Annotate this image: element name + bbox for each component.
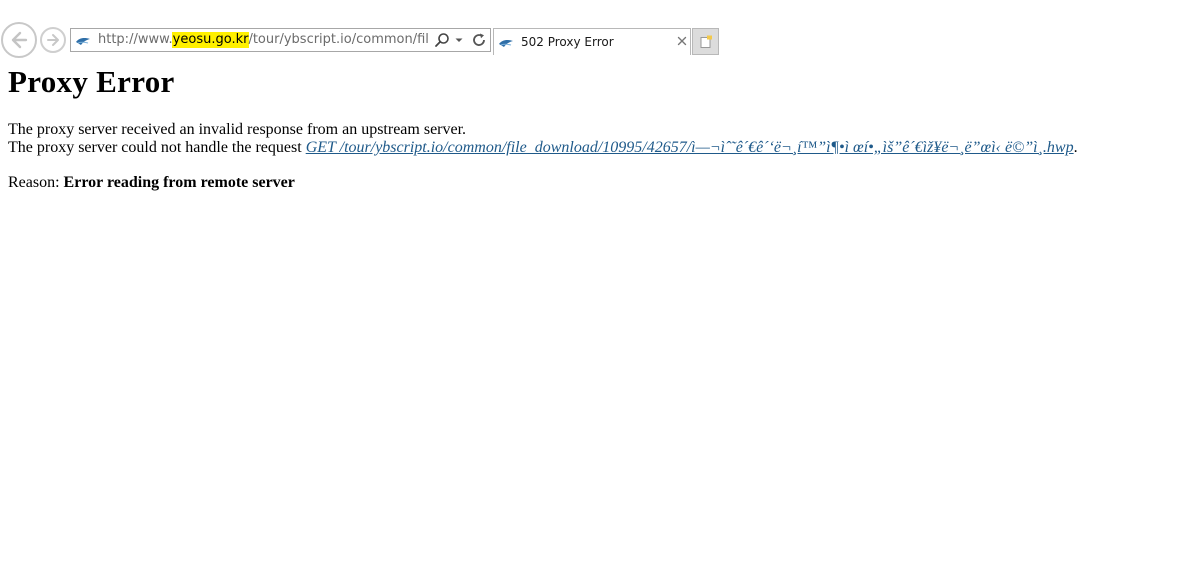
error-description: The proxy server received an invalid res…	[8, 121, 1192, 157]
search-button[interactable]	[433, 32, 451, 48]
url-domain: yeosu.go.kr	[171, 32, 250, 48]
address-dropdown-button[interactable]	[453, 32, 465, 48]
site-favicon-icon	[499, 40, 513, 47]
page-title: Proxy Error	[8, 64, 175, 99]
chevron-down-icon	[455, 38, 463, 42]
browser-toolbar: http://www.yeosu.go.kr/tour/ybscript.io/…	[0, 0, 1200, 58]
error-line-2-prefix: The proxy server could not handle the re…	[8, 139, 306, 156]
error-line-2-suffix: .	[1073, 139, 1078, 156]
forward-button[interactable]	[40, 27, 66, 53]
refresh-button[interactable]	[470, 32, 488, 48]
back-arrow-icon	[11, 31, 28, 49]
tab-title: 502 Proxy Error	[521, 35, 614, 49]
request-link[interactable]: GET /tour/ybscript.io/common/file_downlo…	[306, 139, 1074, 156]
reason-label: Reason:	[8, 174, 64, 191]
url-path: /tour/ybscript.io/common/file_downlo	[248, 32, 428, 47]
address-url[interactable]: http://www.yeosu.go.kr/tour/ybscript.io/…	[98, 32, 428, 48]
close-icon[interactable]	[676, 35, 688, 47]
url-prefix: http://www.	[98, 32, 173, 47]
site-favicon-icon	[76, 38, 90, 45]
new-tab-icon	[700, 35, 712, 48]
page-content: Proxy Error The proxy server received an…	[8, 60, 1192, 192]
error-line-1: The proxy server received an invalid res…	[8, 121, 467, 138]
forward-arrow-icon	[47, 34, 59, 46]
new-tab-button[interactable]	[692, 28, 719, 55]
error-reason: Reason: Error reading from remote server	[8, 174, 1192, 192]
tab-active[interactable]: 502 Proxy Error	[493, 28, 691, 55]
search-icon	[435, 33, 449, 47]
refresh-icon	[473, 33, 485, 46]
address-bar[interactable]: http://www.yeosu.go.kr/tour/ybscript.io/…	[70, 28, 491, 52]
reason-text: Error reading from remote server	[63, 174, 295, 191]
back-button[interactable]	[1, 22, 37, 58]
